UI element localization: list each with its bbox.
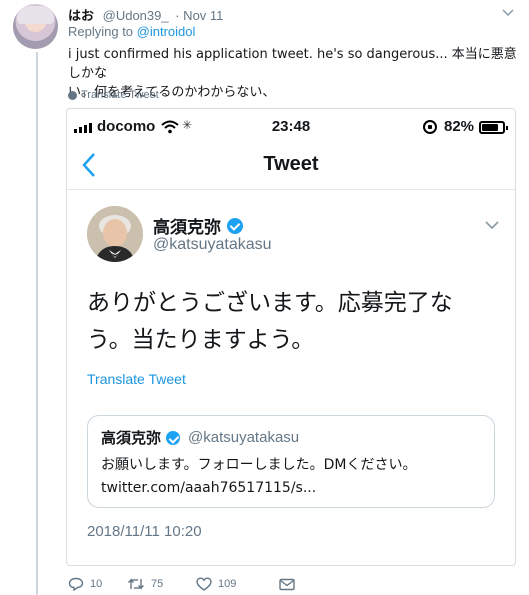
thread-line	[36, 52, 38, 595]
quoted-author-handle: @katsuyatakasu	[188, 429, 300, 446]
nav-title: Tweet	[263, 153, 319, 175]
author-handle[interactable]: @katsuyatakasu	[153, 236, 272, 254]
avatar[interactable]	[13, 4, 58, 49]
attached-screenshot[interactable]: docomo ✳ 23:48 82% Tweet 高須克弥 @katsuyata…	[66, 108, 516, 566]
reply-button[interactable]: 10	[68, 577, 127, 591]
translate-label: Translate Tweet	[81, 89, 159, 101]
nav-bar: Tweet	[67, 145, 515, 190]
like-count: 109	[218, 578, 237, 590]
battery-fill	[482, 124, 498, 131]
tweet-time[interactable]: · Nov 11	[175, 8, 223, 23]
author-name-row: 高須克弥	[153, 213, 243, 238]
author-name[interactable]: 高須克弥	[153, 213, 221, 238]
screenshot-tweet-text: ありがとうございます。応募完了な う。当たりますよう。	[87, 285, 507, 359]
replying-prefix: Replying to	[68, 24, 134, 39]
reply-icon	[68, 577, 84, 591]
display-name[interactable]: はお	[68, 8, 94, 23]
globe-icon	[68, 90, 77, 100]
author-avatar-image	[87, 206, 143, 262]
verified-badge-icon	[166, 430, 181, 445]
rotation-lock-icon	[423, 120, 437, 134]
screenshot-tweet-line: ありがとうございます。応募完了な	[87, 290, 453, 316]
chevron-down-icon[interactable]	[501, 5, 515, 19]
retweet-icon	[128, 578, 144, 590]
translate-tweet-link[interactable]: Translate Tweet	[68, 89, 159, 101]
quoted-text: お願いします。フォローしました。DMください。 twitter.com/aaah…	[101, 454, 416, 500]
tweet-actions: 10 75 109	[68, 577, 295, 591]
direct-message-button[interactable]	[279, 578, 295, 591]
like-button[interactable]: 109	[196, 577, 279, 591]
retweet-button[interactable]: 75	[127, 577, 196, 591]
mail-icon	[279, 578, 295, 590]
quoted-text-line: お願いします。フォローしました。DMください。	[101, 457, 417, 473]
chevron-down-icon[interactable]	[484, 219, 500, 231]
author-avatar[interactable]	[87, 206, 143, 262]
quoted-link[interactable]: twitter.com/aaah76517115/s...	[101, 477, 416, 500]
tweet-text-line: i just confirmed his application tweet. …	[68, 47, 517, 81]
replying-mention[interactable]: @introidol	[137, 24, 196, 39]
tweet-header: はお @Udon39_ · Nov 11	[68, 5, 223, 24]
screenshot-tweet-line: う。当たりますよう。	[87, 327, 315, 353]
retweet-count: 75	[151, 578, 164, 590]
replying-to: Replying to @introidol	[68, 24, 195, 39]
verified-badge-icon	[227, 217, 243, 234]
quoted-tweet[interactable]: 高須克弥 @katsuyatakasu お願いします。フォローしました。DMくだ…	[87, 415, 495, 508]
quoted-author-name: 高須克弥	[101, 429, 162, 447]
heart-icon	[196, 577, 212, 591]
reply-count: 10	[90, 578, 103, 590]
screenshot-timestamp: 2018/11/11 10:20	[87, 523, 202, 540]
quoted-author-row: 高須克弥 @katsuyatakasu	[101, 427, 299, 448]
battery-percent: 82%	[444, 118, 475, 135]
battery-icon	[479, 121, 508, 134]
avatar-hair	[17, 6, 54, 24]
ios-status-bar: docomo ✳ 23:48 82%	[67, 109, 515, 145]
screenshot-translate-link[interactable]: Translate Tweet	[87, 371, 186, 387]
handle[interactable]: @Udon39_	[103, 8, 169, 23]
